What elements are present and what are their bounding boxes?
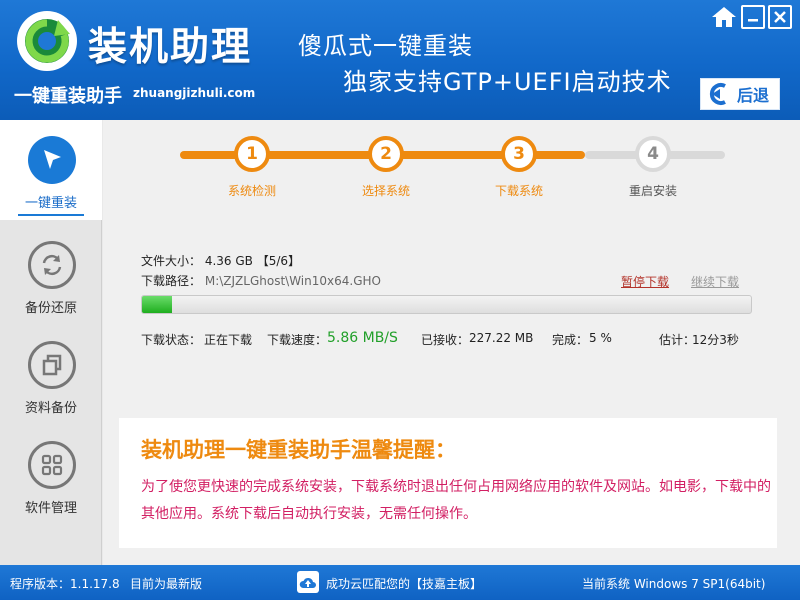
step-1-circle: 1 xyxy=(234,136,270,172)
sidebar-item-label: 一键重装 xyxy=(24,196,77,211)
current-system: 当前系统 Windows 7 SP1(64bit) xyxy=(582,577,766,591)
download-path-value: M:\ZJZLGhost\Win10x64.GHO xyxy=(204,274,381,288)
grid-icon xyxy=(41,454,63,476)
step-4-label: 重启安装 xyxy=(628,184,677,198)
received-value: 227.22 MB xyxy=(469,331,534,345)
download-path-row: 下载路径： M:\ZJZLGhost\Win10x64.GHO xyxy=(141,272,381,289)
close-icon xyxy=(774,11,786,23)
logo-icon xyxy=(17,11,77,71)
back-button-label: 后退 xyxy=(737,86,770,105)
download-progress-bar xyxy=(141,295,752,314)
speed-label: 下载速度： xyxy=(267,333,328,347)
home-button[interactable] xyxy=(710,4,738,30)
speed-value: 5.86 MB/S xyxy=(327,330,398,346)
cloud-icon-box xyxy=(297,571,319,593)
sidebar-item-software-manager[interactable]: 软件管理 xyxy=(0,425,102,525)
sync-arrows-icon xyxy=(42,254,62,276)
file-size-label: 文件大小： xyxy=(141,254,202,268)
app-header: 装机助理 一键重装助手 zhuangjizhuli.com 傻瓜式一键重装 独家… xyxy=(0,0,800,120)
sidebar-item-backup-restore[interactable]: 备份还原 xyxy=(0,225,102,325)
home-icon xyxy=(712,7,736,27)
close-button[interactable] xyxy=(768,5,792,29)
sidebar-item-label: 备份还原 xyxy=(24,301,77,316)
window-controls xyxy=(710,4,792,30)
status-bar: 程序版本：1.1.17.8 目前为最新版 成功云匹配您的【技嘉主板】 当前系统 … xyxy=(0,565,800,600)
sidebar: 一键重装 备份还原 资料备份 软件管理 xyxy=(0,120,102,565)
sidebar-icon-circle xyxy=(28,241,76,289)
received-label: 已接收： xyxy=(421,333,470,347)
brand-subtitle: 一键重装助手 xyxy=(14,86,122,107)
program-version: 程序版本：1.1.17.8 xyxy=(10,577,120,591)
notice-body: 为了使您更快速的完成系统安装，下载系统时退出任何占用网络应用的软件及网站。如电影… xyxy=(141,479,771,522)
status-value: 正在下载 xyxy=(204,333,253,347)
slogan-line-2: 独家支持GTP+UEFI启动技术 xyxy=(343,68,672,96)
sidebar-item-data-backup[interactable]: 资料备份 xyxy=(0,325,102,425)
back-button[interactable]: 后退 xyxy=(700,78,780,110)
minimize-button[interactable] xyxy=(741,5,765,29)
brand-url: zhuangjizhuli.com xyxy=(133,86,256,100)
step-3-circle: 3 xyxy=(501,136,537,172)
sidebar-item-label: 软件管理 xyxy=(24,501,77,516)
sidebar-icon-circle xyxy=(28,441,76,489)
pause-download-link[interactable]: 暂停下载 xyxy=(621,273,669,290)
sidebar-item-one-click-reinstall[interactable]: 一键重装 xyxy=(0,120,102,220)
notice-title: 装机助理一键重装助手温馨提醒： xyxy=(141,438,456,462)
step-4-circle: 4 xyxy=(635,136,671,172)
cloud-match-text: 成功云匹配您的【技嘉主板】 xyxy=(326,577,483,591)
sidebar-icon-circle xyxy=(28,136,76,184)
copy-icon xyxy=(42,354,62,376)
step-2-circle: 2 xyxy=(368,136,404,172)
back-arrow-icon xyxy=(709,83,726,105)
file-size-row: 文件大小： 4.36 GB 【5/6】 xyxy=(141,252,300,269)
slogan-line-1: 傻瓜式一键重装 xyxy=(298,32,473,60)
version-note: 目前为最新版 xyxy=(130,577,203,591)
main-panel: 1 2 3 4 系统检测 选择系统 下载系统 重启安装 文件大小： 4.36 G… xyxy=(103,120,800,565)
step-3-label: 下载系统 xyxy=(494,184,543,198)
notice-panel: 装机助理一键重装助手温馨提醒： 为了使您更快速的完成系统安装，下载系统时退出任何… xyxy=(119,418,777,548)
sidebar-item-label: 资料备份 xyxy=(24,401,77,416)
download-path-label: 下载路径： xyxy=(141,274,202,288)
eta-value: 12分3秒 xyxy=(692,333,739,347)
step-1-label: 系统检测 xyxy=(227,184,276,198)
active-indicator xyxy=(18,214,84,216)
complete-value: 5 % xyxy=(589,331,612,345)
file-part: 【5/6】 xyxy=(256,254,301,268)
cloud-icon xyxy=(299,577,316,588)
status-label: 下载状态： xyxy=(141,333,202,347)
step-2-label: 选择系统 xyxy=(361,184,410,198)
download-progress-fill xyxy=(142,296,173,313)
brand-title: 装机助理 xyxy=(88,25,253,70)
complete-label: 完成： xyxy=(552,333,589,347)
sidebar-icon-circle xyxy=(28,341,76,389)
eta-label: 估计： xyxy=(659,333,696,347)
file-size-value: 4.36 GB xyxy=(204,254,253,268)
cursor-arrow-icon xyxy=(44,150,61,169)
minimize-icon xyxy=(748,19,758,22)
resume-download-link[interactable]: 继续下载 xyxy=(691,273,739,290)
